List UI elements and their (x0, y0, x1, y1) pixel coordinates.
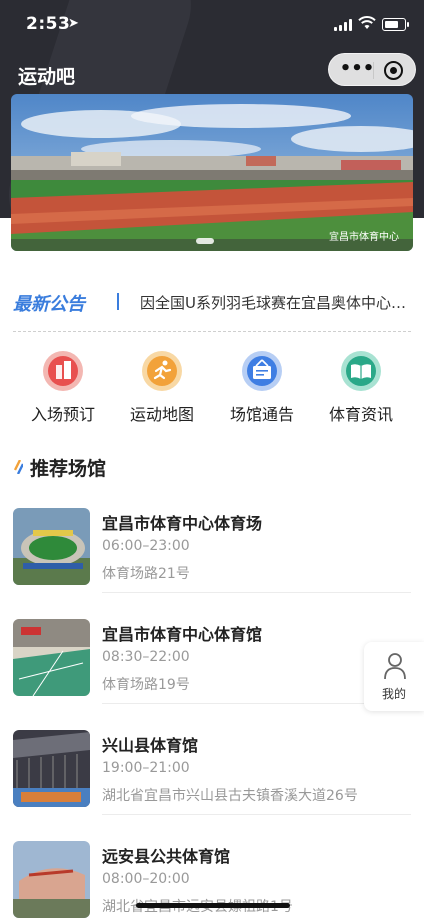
dashed-divider (13, 331, 411, 332)
runner-icon (142, 351, 182, 391)
menu-label: 场馆通告 (229, 405, 294, 424)
venue-thumbnail (13, 730, 90, 807)
venue-address: 体育场路19号 (102, 677, 190, 693)
venue-card[interactable]: 宜昌市体育中心体育场 06:00–23:00 体育场路21号 (13, 508, 411, 619)
banner-caption: 宜昌市体育中心 (329, 232, 399, 243)
notice-board-icon (242, 351, 282, 391)
mine-floating-button[interactable]: 我的 (364, 642, 424, 711)
notice-bar[interactable]: 最新公告 因全国U系列羽毛球赛在宜昌奥体中心举行 (13, 283, 411, 319)
mine-label: 我的 (381, 687, 406, 701)
menu-item-venue-notice[interactable]: 场馆通告 (212, 350, 312, 430)
venue-address: 体育场路21号 (102, 566, 190, 582)
mini-program-capsule: ••• (328, 53, 416, 86)
venue-card[interactable]: 兴山县体育馆 19:00–21:00 湖北省宜昌市兴山县古夫镇香溪大道26号 (13, 730, 411, 841)
status-bar: 2:53 ➤ (0, 0, 424, 48)
venue-hours: 06:00–23:00 (102, 538, 190, 554)
section-title: 推荐场馆 (30, 458, 107, 480)
venue-address: 湖北省宜昌市兴山县古夫镇香溪大道26号 (102, 788, 358, 804)
venue-name: 宜昌市体育中心体育场 (102, 514, 263, 533)
menu-label: 入场预订 (30, 405, 95, 424)
quick-menu: 入场预订 运动地图 场馆通告 体育资讯 (0, 350, 424, 430)
venue-hours: 08:30–22:00 (102, 649, 190, 665)
close-mini-program-button[interactable] (384, 61, 403, 80)
cellular-signal-icon (334, 19, 354, 31)
open-book-icon (341, 351, 381, 391)
battery-icon (382, 18, 409, 31)
venue-card[interactable]: 宜昌市体育中心体育馆 08:30–22:00 体育场路19号 (13, 619, 411, 730)
carousel-indicator (196, 238, 214, 244)
notice-title: 最新公告 (13, 294, 85, 315)
capsule-divider (373, 62, 374, 79)
venue-thumbnail (13, 619, 90, 696)
status-time: 2:53 (26, 14, 71, 34)
menu-item-sports-news[interactable]: 体育资讯 (311, 350, 411, 430)
venue-hours: 19:00–21:00 (102, 760, 190, 776)
venue-hours: 08:00–20:00 (102, 871, 190, 887)
divider (102, 592, 411, 593)
notice-text[interactable]: 因全国U系列羽毛球赛在宜昌奥体中心举行 (140, 292, 410, 313)
venue-thumbnail (13, 508, 90, 585)
section-mark-icon (13, 460, 23, 474)
menu-item-sports-map[interactable]: 运动地图 (112, 350, 212, 430)
page-title: 运动吧 (18, 66, 76, 88)
venue-name: 兴山县体育馆 (102, 736, 199, 755)
divider (102, 814, 411, 815)
banner-carousel[interactable]: 宜昌市体育中心 (11, 94, 413, 251)
venue-name: 远安县公共体育馆 (102, 847, 231, 866)
home-indicator[interactable] (136, 903, 290, 908)
user-icon (384, 653, 406, 680)
notice-separator (117, 293, 119, 310)
menu-label: 运动地图 (129, 405, 194, 424)
venue-name: 宜昌市体育中心体育馆 (102, 625, 263, 644)
wifi-icon (358, 16, 376, 34)
building-icon (43, 351, 83, 391)
more-options-button[interactable]: ••• (339, 58, 375, 82)
menu-item-booking[interactable]: 入场预订 (13, 350, 113, 430)
location-arrow-icon: ➤ (68, 16, 79, 31)
menu-label: 体育资讯 (328, 405, 393, 424)
venue-thumbnail (13, 841, 90, 918)
